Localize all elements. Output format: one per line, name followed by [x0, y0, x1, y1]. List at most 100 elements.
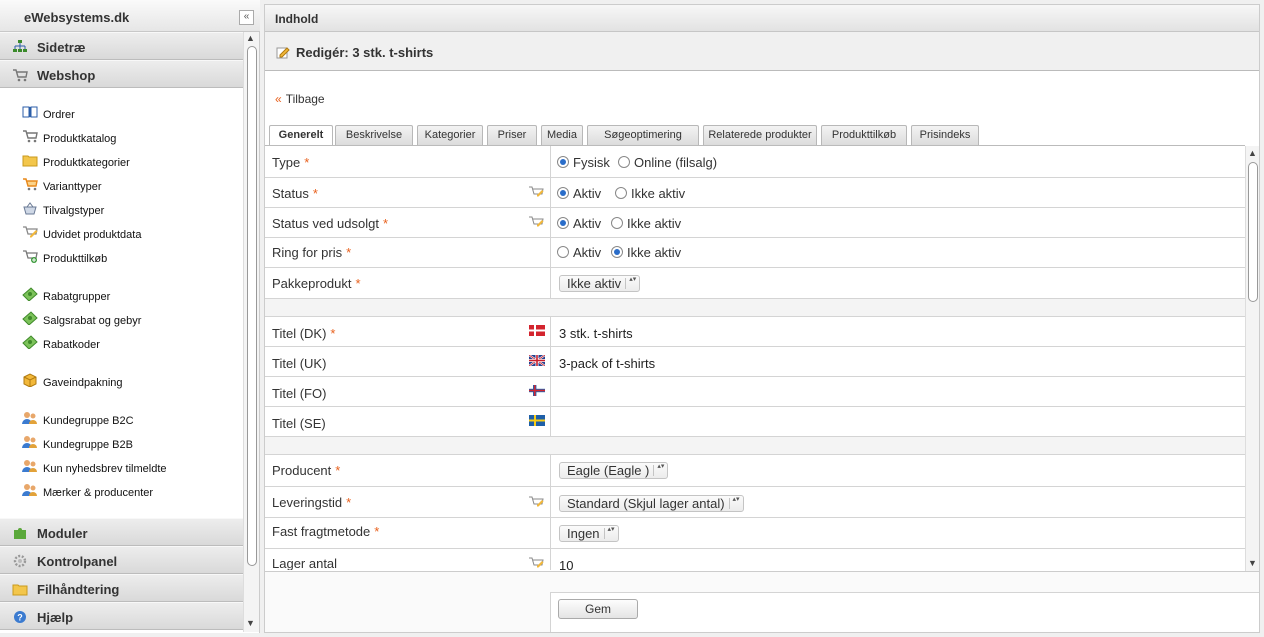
- tab-produkttilkøb[interactable]: Produkttilkøb: [821, 125, 907, 145]
- radio-type-online[interactable]: Online (filsalg): [618, 155, 717, 170]
- radio-ring-inactive[interactable]: Ikke aktiv: [611, 245, 681, 260]
- package-icon: [23, 373, 37, 387]
- field-label: Type: [272, 155, 301, 170]
- sitemap-icon: [13, 40, 27, 52]
- required-mark: *: [304, 155, 310, 170]
- folder-icon: [22, 155, 38, 167]
- required-mark: *: [312, 186, 318, 201]
- back-arrow-icon: «: [275, 92, 282, 106]
- tab-kategorier[interactable]: Kategorier: [417, 125, 483, 145]
- save-button[interactable]: Gem: [558, 599, 638, 619]
- section-label: Hjælp: [37, 610, 74, 625]
- sidebar-item-label: Produktkategorier: [43, 157, 130, 169]
- app-window: eWebsystems.dk « Sidetræ Webshop Ordrer P…: [0, 0, 1264, 637]
- basket-icon: [23, 202, 37, 215]
- row-stock: Lager antal 10: [265, 549, 1245, 570]
- cart-edit-icon: [23, 226, 38, 238]
- radio-ring-active[interactable]: Aktiv: [557, 245, 601, 260]
- cart-edit-icon: [529, 216, 544, 227]
- scrollbar-thumb[interactable]: [1248, 162, 1258, 302]
- radio-type-physical[interactable]: Fysisk: [557, 155, 610, 170]
- tab-relaterede-produkter[interactable]: Relaterede produkter: [703, 125, 817, 145]
- product-form: Type * Fysisk Online (filsalg) Status * Ak…: [265, 145, 1245, 570]
- required-mark: *: [355, 276, 361, 291]
- scroll-up-arrow-icon[interactable]: ▲: [1248, 148, 1257, 158]
- sidebar-item-label: Varianttyper: [43, 181, 102, 193]
- row-status: Status * Aktiv Ikke aktiv: [265, 178, 1245, 208]
- back-label: Tilbage: [285, 92, 325, 106]
- form-scrollbar[interactable]: ▲ ▼: [1245, 146, 1259, 571]
- radio-checked-icon: [557, 217, 569, 229]
- title-uk-input[interactable]: 3-pack of t-shirts: [559, 356, 655, 371]
- field-label: Status: [272, 186, 309, 201]
- freight-select[interactable]: Ingen: [559, 525, 619, 542]
- section-controlpanel[interactable]: Kontrolpanel: [0, 546, 243, 574]
- cart-edit-icon: [529, 557, 544, 568]
- cart-icon: [13, 69, 28, 82]
- help-icon: ?: [14, 611, 26, 623]
- scroll-up-arrow-icon[interactable]: ▲: [246, 33, 255, 43]
- tab-søgeoptimering[interactable]: Søgeoptimering: [587, 125, 699, 145]
- field-label: Pakkeprodukt: [272, 276, 352, 291]
- field-label: Leveringstid: [272, 495, 343, 510]
- sidebar-header: eWebsystems.dk «: [0, 0, 260, 32]
- tab-prisindeks[interactable]: Prisindeks: [911, 125, 979, 145]
- money-icon: [22, 335, 38, 349]
- sidebar-item-label: Rabatkoder: [43, 339, 100, 351]
- row-freight: Fast fragtmetode * Ingen: [265, 518, 1245, 549]
- folder-icon: [12, 584, 28, 596]
- field-label: Titel (DK): [272, 326, 327, 341]
- title-dk-input[interactable]: 3 stk. t-shirts: [559, 326, 633, 341]
- required-mark: *: [346, 495, 352, 510]
- sidebar-item-label: Ordrer: [43, 109, 75, 121]
- group-icon: [22, 460, 37, 472]
- section-sitetree[interactable]: Sidetræ: [0, 32, 243, 60]
- collapse-sidebar-button[interactable]: «: [239, 10, 254, 25]
- field-label: Status ved udsolgt: [272, 216, 379, 231]
- sidebar-scrollbar[interactable]: ▲ ▼: [243, 32, 259, 632]
- sidebar-item-label: Kun nyhedsbrev tilmeldte: [43, 463, 167, 475]
- row-title-se: Titel (SE): [265, 407, 1245, 437]
- radio-soldout-inactive[interactable]: Ikke aktiv: [611, 216, 681, 231]
- back-link[interactable]: «Tilbage: [275, 92, 325, 106]
- delivery-select[interactable]: Standard (Skjul lager antal): [559, 495, 744, 512]
- package-select[interactable]: Ikke aktiv: [559, 275, 641, 292]
- radio-checked-icon: [611, 246, 623, 258]
- required-mark: *: [382, 216, 389, 231]
- scrollbar-thumb[interactable]: [247, 46, 257, 566]
- svg-text:?: ?: [17, 613, 23, 623]
- section-help[interactable]: ? Hjælp: [0, 602, 243, 630]
- puzzle-icon: [14, 528, 26, 539]
- section-label: Webshop: [37, 68, 96, 83]
- radio-soldout-active[interactable]: Aktiv: [557, 216, 601, 231]
- edit-page-icon: [276, 47, 290, 59]
- producer-select[interactable]: Eagle (Eagle ): [559, 462, 669, 479]
- separator: [265, 437, 1245, 455]
- sidebar-item-label: Kundegruppe B2C: [43, 415, 134, 427]
- tab-generelt[interactable]: Generelt: [269, 125, 333, 146]
- row-producer: Producent * Eagle (Eagle ): [265, 455, 1245, 487]
- section-modules[interactable]: Moduler: [0, 518, 243, 546]
- row-title-uk: Titel (UK) 3-pack of t-shirts: [265, 347, 1245, 377]
- radio-status-inactive[interactable]: Ikke aktiv: [615, 186, 685, 201]
- content-title: Indhold: [275, 12, 319, 26]
- form-footer: Gem: [265, 571, 1259, 632]
- field-label: Titel (FO): [272, 386, 327, 401]
- radio-status-active[interactable]: Aktiv: [557, 186, 601, 201]
- book-icon: [22, 106, 38, 118]
- sidebar-title: eWebsystems.dk: [24, 10, 130, 25]
- section-files[interactable]: Filhåndtering: [0, 574, 243, 602]
- scroll-down-arrow-icon[interactable]: ▼: [246, 618, 255, 628]
- scroll-down-arrow-icon[interactable]: ▼: [1248, 558, 1257, 568]
- tab-media[interactable]: Media: [541, 125, 583, 145]
- tab-beskrivelse[interactable]: Beskrivelse: [335, 125, 413, 145]
- stock-input[interactable]: 10: [559, 558, 573, 570]
- cart-add-icon: [23, 250, 38, 263]
- sidebar-item-label: Kundegruppe B2B: [43, 439, 133, 451]
- section-label: Kontrolpanel: [37, 554, 118, 569]
- row-package: Pakkeprodukt * Ikke aktiv: [265, 268, 1245, 299]
- tab-priser[interactable]: Priser: [487, 125, 537, 145]
- cart-orange-icon: [23, 178, 38, 191]
- required-mark: *: [346, 245, 352, 260]
- section-webshop[interactable]: Webshop: [0, 60, 243, 88]
